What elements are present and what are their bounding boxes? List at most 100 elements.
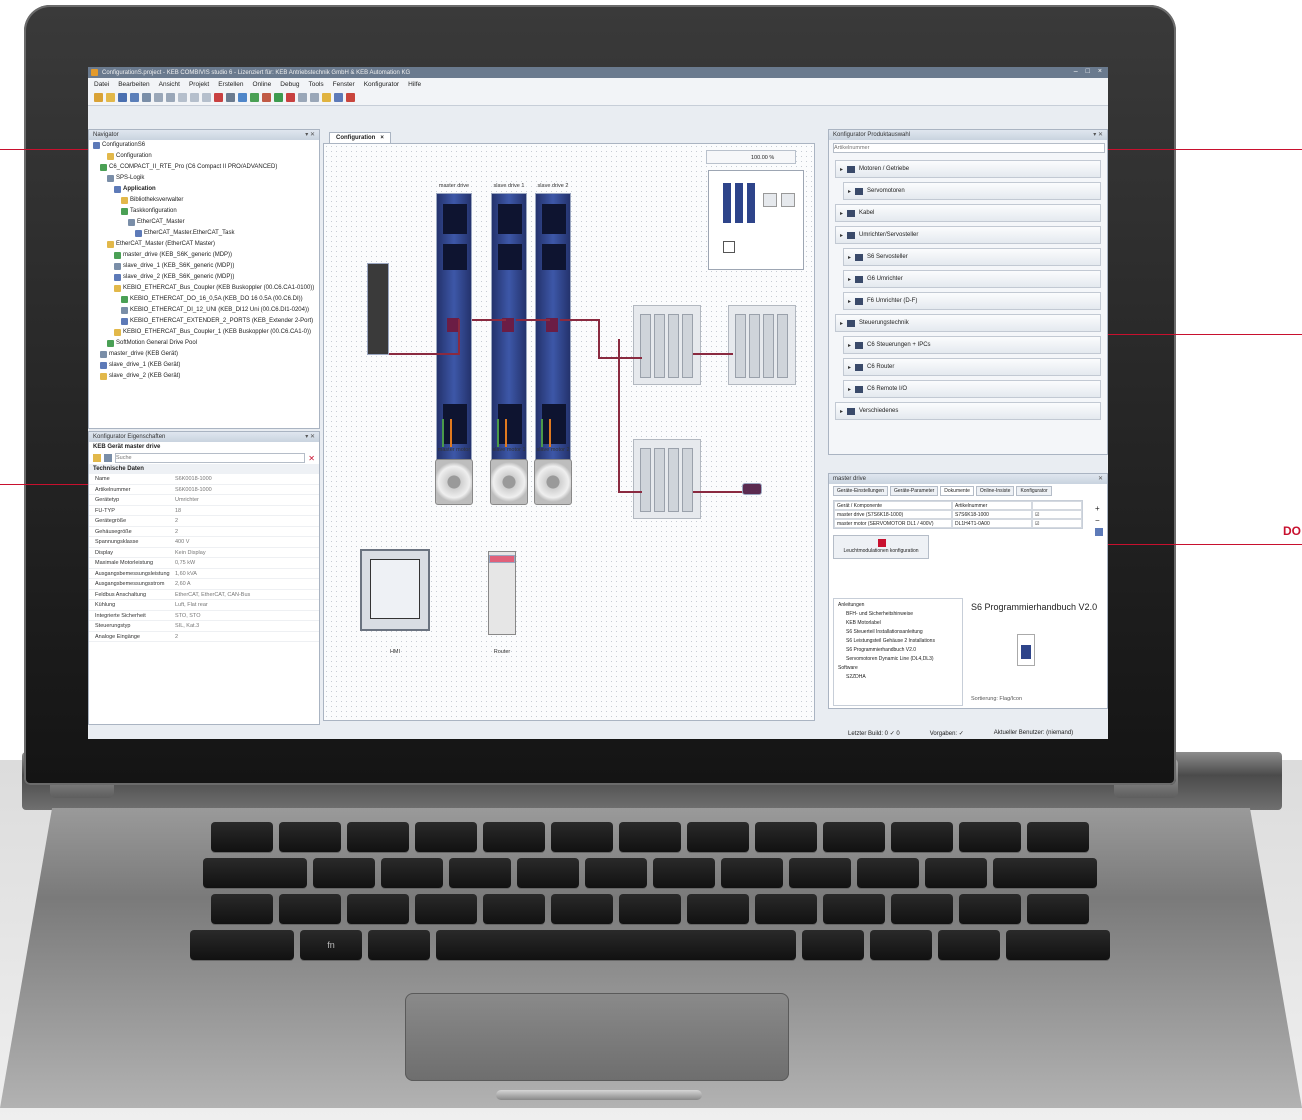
pin-icon[interactable]: ▾ ✕ [1093, 130, 1103, 140]
property-row[interactable]: Integrierte Sicherheit STO, STO [89, 611, 319, 621]
expand-arrow-icon[interactable]: ▸ [848, 342, 851, 349]
menu-konfigurator[interactable]: Konfigurator [364, 81, 399, 88]
detail-tab[interactable]: Online-Insiste [975, 486, 1015, 496]
category-item[interactable]: ▸ Servomotoren [843, 182, 1101, 200]
open-folder-icon[interactable] [106, 93, 115, 102]
document-item[interactable]: Anleitungen [836, 601, 960, 610]
document-item[interactable]: KEB Motorlabel [836, 619, 960, 628]
cut-icon[interactable] [178, 93, 187, 102]
table-row[interactable]: master drive (S7S6K18-1000) S7S6K18-1000… [834, 510, 1082, 519]
checkbox-checked-icon[interactable]: ☑ [1032, 510, 1082, 519]
tree-item[interactable]: ConfigurationS6 [89, 140, 319, 151]
menu-hilfe[interactable]: Hilfe [408, 81, 421, 88]
document-thumbnail[interactable] [1017, 634, 1035, 666]
servo-motor[interactable] [435, 459, 473, 505]
expand-arrow-icon[interactable]: ▸ [840, 408, 843, 415]
property-row[interactable]: Gehäusegröße 2 [89, 527, 319, 537]
save-all-icon[interactable] [130, 93, 139, 102]
expand-arrow-icon[interactable]: ▸ [840, 232, 843, 239]
tree-item[interactable]: KEBIO_ETHERCAT_DI_12_UNI (KEB_DI12 Uni (… [89, 305, 319, 316]
document-item[interactable]: S6 Steuerteil Installationsanleitung [836, 628, 960, 637]
tree-item[interactable]: Application [89, 184, 319, 195]
pin-icon[interactable]: ▾ ✕ [305, 130, 315, 140]
property-row[interactable]: FU-TYP 18 [89, 506, 319, 516]
property-row[interactable]: Ausgangsbemessungsleistung 1,60 kVA [89, 569, 319, 579]
clear-search-icon[interactable]: ✕ [308, 454, 315, 463]
menu-bearbeiten[interactable]: Bearbeiten [118, 81, 149, 88]
run-icon[interactable] [274, 93, 283, 102]
keb-icon[interactable] [346, 93, 355, 102]
tree-item[interactable]: KEBIO_ETHERCAT_Bus_Coupler (KEB Buskoppl… [89, 283, 319, 294]
tree-item[interactable]: C6_COMPACT_II_RTE_Pro (C6 Compact II PRO… [89, 162, 319, 173]
grid-cell-article[interactable]: DL1H4T1-0A00 [952, 519, 1032, 528]
expand-arrow-icon[interactable]: ▸ [848, 386, 851, 393]
tree-item[interactable]: slave_drive_2 (KEB_S6K_generic (MDP)) [89, 272, 319, 283]
login-icon[interactable] [250, 93, 259, 102]
detail-tab[interactable]: Dokumente [940, 486, 974, 496]
category-item[interactable]: ▸ C6 Router [843, 358, 1101, 376]
category-item[interactable]: ▸ Motoren / Getriebe [835, 160, 1101, 178]
close-tab-icon[interactable]: × [380, 133, 384, 143]
expand-arrow-icon[interactable]: ▸ [840, 320, 843, 327]
new-project-icon[interactable] [94, 93, 103, 102]
tree-item[interactable]: SPS-Logik [89, 173, 319, 184]
servo-motor[interactable] [490, 459, 528, 505]
expand-arrow-icon[interactable]: ▸ [840, 210, 843, 217]
menu-online[interactable]: Online [253, 81, 272, 88]
category-item[interactable]: ▸ G6 Umrichter [843, 270, 1101, 288]
detail-tab[interactable]: Geräte-Einstellungen [833, 486, 888, 496]
remove-icon[interactable]: − [1095, 516, 1103, 525]
document-item[interactable]: S6 Leistungsteil Gehäuse 2 Installations [836, 637, 960, 646]
build-icon[interactable] [238, 93, 247, 102]
category-item[interactable]: ▸ Kabel [835, 204, 1101, 222]
category-item[interactable]: ▸ S6 Servosteller [843, 248, 1101, 266]
undo-icon[interactable] [154, 93, 163, 102]
redo-icon[interactable] [166, 93, 175, 102]
stop-icon[interactable] [286, 93, 295, 102]
property-row[interactable]: Display Kein Display [89, 548, 319, 558]
sort-alpha-icon[interactable] [104, 454, 112, 462]
tree-item[interactable]: KEBIO_ETHERCAT_Bus_Coupler_1 (KEB Buskop… [89, 327, 319, 338]
expand-arrow-icon[interactable]: ▸ [848, 298, 851, 305]
tree-item[interactable]: Taskkonfiguration [89, 206, 319, 217]
detail-tab[interactable]: Konfigurator [1016, 486, 1052, 496]
tree-item[interactable]: slave_drive_2 (KEB Gerät) [89, 371, 319, 382]
property-row[interactable]: Spannungsklasse 400 V [89, 537, 319, 548]
tree-item[interactable]: EtherCAT_Master.EtherCAT_Task [89, 228, 319, 239]
category-item[interactable]: ▸ Umrichter/Servosteller [835, 226, 1101, 244]
category-item[interactable]: ▸ Steuerungstechnik [835, 314, 1101, 332]
sort-category-icon[interactable] [93, 454, 101, 462]
tree-item[interactable]: slave_drive_1 (KEB Gerät) [89, 360, 319, 371]
menu-tools[interactable]: Tools [308, 81, 323, 88]
menu-debug[interactable]: Debug [280, 81, 299, 88]
document-item[interactable]: Servomotoren Dynamic Line (DL4,DL3) [836, 655, 960, 664]
grid-cell-article[interactable]: S7S6K18-1000 [952, 510, 1032, 519]
device-icon[interactable] [334, 93, 343, 102]
category-item[interactable]: ▸ F6 Umrichter (D-F) [843, 292, 1101, 310]
document-item[interactable]: S2ZDHA [836, 673, 960, 682]
io-module-2[interactable] [728, 305, 796, 385]
tree-item[interactable]: EtherCAT_Master (EtherCAT Master) [89, 239, 319, 250]
save-icon[interactable] [118, 93, 127, 102]
detail-tab[interactable]: Geräte-Parameter [889, 486, 939, 496]
checkbox-checked-icon[interactable]: ☑ [1032, 519, 1082, 528]
tree-item[interactable]: master_drive (KEB_S6K_generic (MDP)) [89, 250, 319, 261]
property-row[interactable]: Ausgangsbemessungsstrom 2,60 A [89, 579, 319, 590]
servo-motor[interactable] [534, 459, 572, 505]
property-row[interactable]: Maximale Motorleistung 0,75 kW [89, 558, 319, 569]
controller-device[interactable] [367, 263, 389, 355]
menu-projekt[interactable]: Projekt [189, 81, 209, 88]
overview-minimap[interactable] [708, 170, 804, 270]
expand-arrow-icon[interactable]: ▸ [848, 188, 851, 195]
property-row[interactable]: Steuerungstyp SIL, Kat.3 [89, 621, 319, 632]
article-search-input[interactable] [833, 143, 1105, 153]
tree-item[interactable]: KEBIO_ETHERCAT_DO_16_0,5A (KEB_DO 16 0.5… [89, 294, 319, 305]
tab-configuration[interactable]: Configuration × [329, 132, 391, 143]
category-item[interactable]: ▸ C6 Remote I/O [843, 380, 1101, 398]
document-item[interactable]: Software [836, 664, 960, 673]
close-button[interactable]: × [1098, 68, 1102, 75]
tree-item[interactable]: SoftMotion General Drive Pool [89, 338, 319, 349]
tree-item[interactable]: Bibliotheksverwalter [89, 195, 319, 206]
configurator-icon[interactable] [322, 93, 331, 102]
tree-item[interactable]: Configuration [89, 151, 319, 162]
